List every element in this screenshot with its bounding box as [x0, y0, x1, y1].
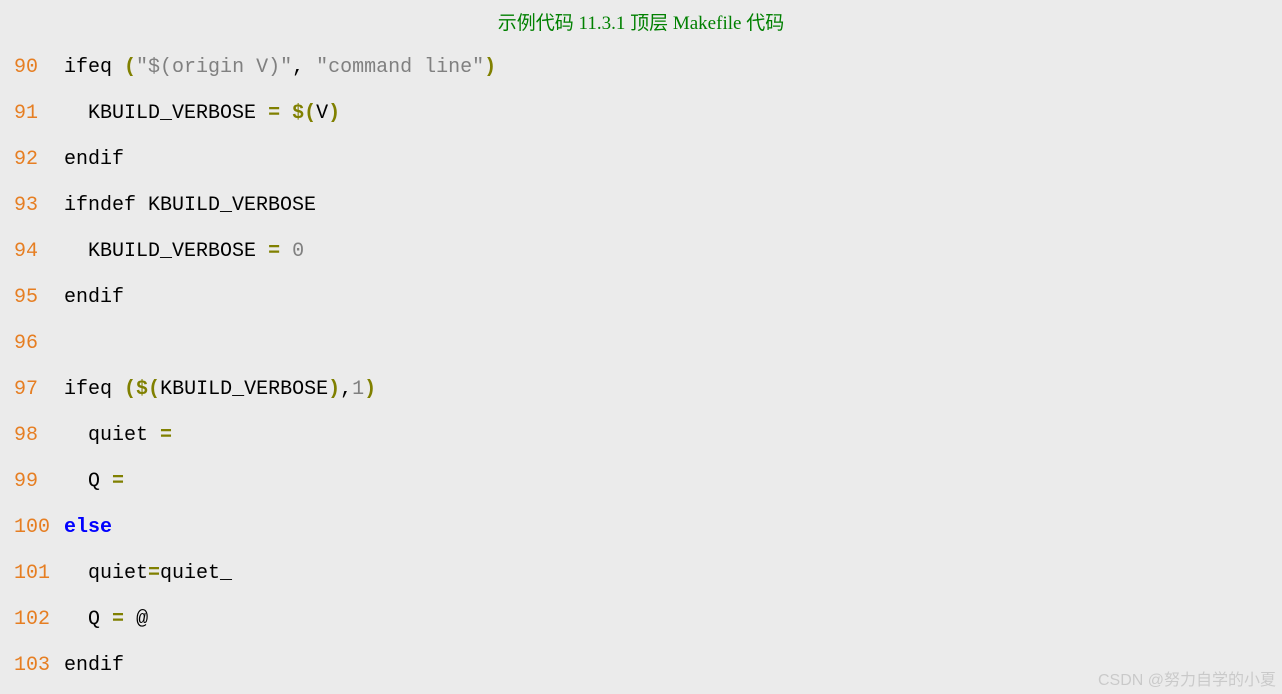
- code-line: 96: [14, 321, 1268, 367]
- dollar-lparen: $(: [292, 91, 316, 137]
- rparen: ): [328, 367, 340, 413]
- title-version: 11.3.1: [579, 13, 626, 34]
- value: @: [136, 597, 148, 643]
- number: 0: [292, 229, 304, 275]
- line-number: 97: [14, 367, 64, 413]
- code-line: 92 endif: [14, 137, 1268, 183]
- line-number: 93: [14, 183, 64, 229]
- line-number: 92: [14, 137, 64, 183]
- identifier: quiet: [88, 551, 148, 597]
- code-line: 100 else: [14, 505, 1268, 551]
- identifier: KBUILD_VERBOSE: [148, 183, 316, 229]
- line-number: 103: [14, 643, 64, 689]
- title-suffix: 代码: [741, 13, 784, 34]
- identifier: KBUILD_VERBOSE: [88, 229, 256, 275]
- identifier: Q: [88, 459, 100, 505]
- code-line: 91 KBUILD_VERBOSE = $(V): [14, 91, 1268, 137]
- kw-ifeq: ifeq: [64, 45, 112, 91]
- op-eq: =: [268, 91, 280, 137]
- title-text: 示例代码: [498, 13, 579, 34]
- code-block: 90 ifeq ("$(origin V)", "command line") …: [14, 45, 1268, 689]
- kw-ifndef: ifndef: [64, 183, 136, 229]
- line-number: 101: [14, 551, 64, 597]
- title-latin: Makefile: [673, 13, 742, 34]
- kw-else: else: [64, 505, 112, 551]
- line-number: 95: [14, 275, 64, 321]
- op-eq: =: [148, 551, 160, 597]
- lparen: (: [124, 45, 136, 91]
- op-eq: =: [268, 229, 280, 275]
- line-number: 91: [14, 91, 64, 137]
- dollar-lparen: $(: [136, 367, 160, 413]
- code-line: 94 KBUILD_VERBOSE = 0: [14, 229, 1268, 275]
- rparen: ): [364, 367, 376, 413]
- code-line: 98 quiet =: [14, 413, 1268, 459]
- comma: ,: [292, 45, 304, 91]
- code-line: 97 ifeq ($(KBUILD_VERBOSE),1): [14, 367, 1268, 413]
- rparen: ): [484, 45, 496, 91]
- line-number: 98: [14, 413, 64, 459]
- code-line: 99 Q =: [14, 459, 1268, 505]
- watermark: CSDN @努力自学的小夏: [1098, 666, 1276, 690]
- kw-endif: endif: [64, 275, 124, 321]
- string: "command line": [316, 45, 484, 91]
- value: quiet_: [160, 551, 232, 597]
- kw-endif: endif: [64, 137, 124, 183]
- string: "$(origin V)": [136, 45, 292, 91]
- code-line: 101 quiet=quiet_: [14, 551, 1268, 597]
- code-line: 90 ifeq ("$(origin V)", "command line"): [14, 45, 1268, 91]
- kw-endif: endif: [64, 643, 124, 689]
- code-line: 103 endif: [14, 643, 1268, 689]
- identifier: Q: [88, 597, 100, 643]
- op-eq: =: [112, 459, 124, 505]
- op-eq: =: [112, 597, 124, 643]
- title-mid: 顶层: [625, 13, 673, 34]
- lparen: (: [124, 367, 136, 413]
- code-line: 102 Q = @: [14, 597, 1268, 643]
- code-line: 95 endif: [14, 275, 1268, 321]
- line-number: 90: [14, 45, 64, 91]
- code-title: 示例代码 11.3.1 顶层 Makefile 代码: [14, 6, 1268, 45]
- number: 1: [352, 367, 364, 413]
- comma: ,: [340, 367, 352, 413]
- line-number: 100: [14, 505, 64, 551]
- code-line: 93 ifndef KBUILD_VERBOSE: [14, 183, 1268, 229]
- identifier: KBUILD_VERBOSE: [160, 367, 328, 413]
- identifier: KBUILD_VERBOSE: [88, 91, 256, 137]
- var: V: [316, 91, 328, 137]
- kw-ifeq: ifeq: [64, 367, 112, 413]
- op-eq: =: [160, 413, 172, 459]
- line-number: 94: [14, 229, 64, 275]
- line-number: 102: [14, 597, 64, 643]
- line-number: 96: [14, 321, 64, 367]
- line-number: 99: [14, 459, 64, 505]
- rparen: ): [328, 91, 340, 137]
- identifier: quiet: [88, 413, 148, 459]
